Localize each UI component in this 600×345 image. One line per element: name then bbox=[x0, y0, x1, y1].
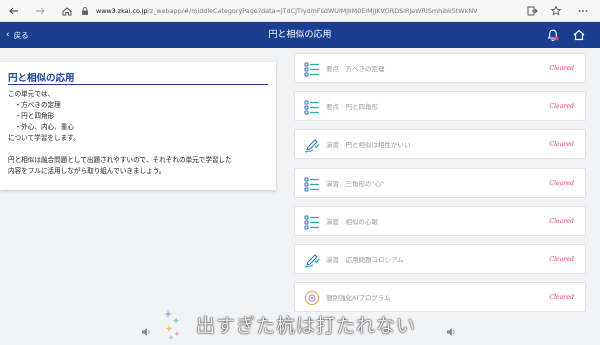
cleared-badge: Cleared bbox=[549, 256, 574, 263]
cleared-badge: Cleared bbox=[549, 294, 574, 301]
description-line: ・外心、内心、重心 bbox=[8, 123, 74, 131]
speaker-icon[interactable] bbox=[446, 327, 456, 337]
pencil-icon bbox=[304, 254, 320, 268]
home-icon[interactable] bbox=[59, 3, 75, 19]
description-line: ・方べきの定理 bbox=[8, 101, 61, 109]
exit-icon[interactable] bbox=[524, 3, 540, 19]
lesson-item[interactable]: 演習 円と相似は相性がいい Cleared bbox=[294, 129, 586, 159]
back-arrow-icon[interactable] bbox=[6, 3, 22, 19]
bell-icon[interactable] bbox=[546, 28, 560, 42]
lesson-label: 演習 円と相似は相性がいい bbox=[326, 141, 411, 149]
lesson-label: 演習 応用問題コロシアム bbox=[326, 256, 404, 264]
lesson-item[interactable]: 演習 三角形の"心" Cleared bbox=[294, 168, 586, 198]
lesson-label: 個別強化AIプログラム bbox=[326, 294, 391, 302]
list-icon bbox=[304, 177, 319, 192]
lesson-item[interactable]: 演習 相似の心眼 Cleared bbox=[294, 206, 586, 236]
unit-title: 円と相似の応用 bbox=[8, 73, 75, 84]
description-line: この単元では、 bbox=[8, 90, 55, 98]
lock-icon bbox=[82, 7, 88, 15]
ai-program-icon bbox=[305, 291, 319, 305]
lesson-label: 演習 三角形の"心" bbox=[326, 180, 384, 188]
description-line bbox=[8, 144, 232, 155]
description-line: 内容をフルに活用しながら取り組んでいきましょう。 bbox=[8, 167, 166, 175]
home-icon[interactable] bbox=[572, 28, 586, 42]
cleared-badge: Cleared bbox=[549, 180, 574, 187]
title-underline bbox=[8, 84, 268, 85]
pencil-icon bbox=[304, 139, 320, 153]
lesson-label: 要点 円と四角形 bbox=[326, 103, 378, 111]
lesson-item[interactable]: 個別強化AIプログラム Cleared bbox=[294, 282, 586, 312]
unit-description: この単元では、 ・方べきの定理 ・円と四角形 ・外心、内心、重心 について学習を… bbox=[8, 89, 232, 177]
list-icon bbox=[304, 62, 319, 77]
browser-toolbar: www3.zkai.co.jp/z_webapp/#/middleCategor… bbox=[0, 0, 600, 22]
cleared-badge: Cleared bbox=[549, 103, 574, 110]
description-line: について学習をします。 bbox=[8, 134, 80, 142]
star-icon[interactable] bbox=[548, 3, 564, 19]
description-line: 円と相似は融合問題として出題されやすいので、それぞれの単元で学習した bbox=[8, 156, 232, 164]
unit-info-card: 円と相似の応用 この単元では、 ・方べきの定理 ・円と四角形 ・外心、内心、重心… bbox=[0, 62, 276, 190]
overlay-caption: 出すぎた杭は打たれない bbox=[196, 315, 417, 337]
address-bar[interactable]: www3.zkai.co.jp/z_webapp/#/middleCategor… bbox=[80, 3, 516, 19]
lesson-item[interactable]: 演習 応用問題コロシアム Cleared bbox=[294, 244, 586, 274]
more-icon[interactable] bbox=[575, 3, 591, 19]
sparkle-decoration-icon bbox=[164, 310, 180, 340]
cleared-badge: Cleared bbox=[549, 141, 574, 148]
cleared-badge: Cleared bbox=[549, 218, 574, 225]
forward-arrow-icon[interactable] bbox=[32, 3, 48, 19]
list-icon bbox=[304, 100, 319, 115]
lesson-item[interactable]: 要点 円と四角形 Cleared bbox=[294, 91, 586, 121]
lesson-label: 演習 相似の心眼 bbox=[326, 218, 378, 226]
speaker-icon[interactable] bbox=[141, 327, 151, 337]
lesson-label: 要点 方べきの定理 bbox=[326, 65, 385, 73]
page-title: 円と相似の応用 bbox=[268, 30, 332, 40]
url-text: www3.zkai.co.jp/z_webapp/#/middleCategor… bbox=[96, 7, 478, 15]
cleared-badge: Cleared bbox=[549, 65, 574, 72]
app-header: ‹ 戻る 円と相似の応用 bbox=[0, 22, 600, 48]
lesson-item[interactable]: 要点 方べきの定理 Cleared bbox=[294, 53, 586, 83]
description-line: ・円と四角形 bbox=[8, 112, 55, 120]
list-icon bbox=[304, 215, 319, 230]
